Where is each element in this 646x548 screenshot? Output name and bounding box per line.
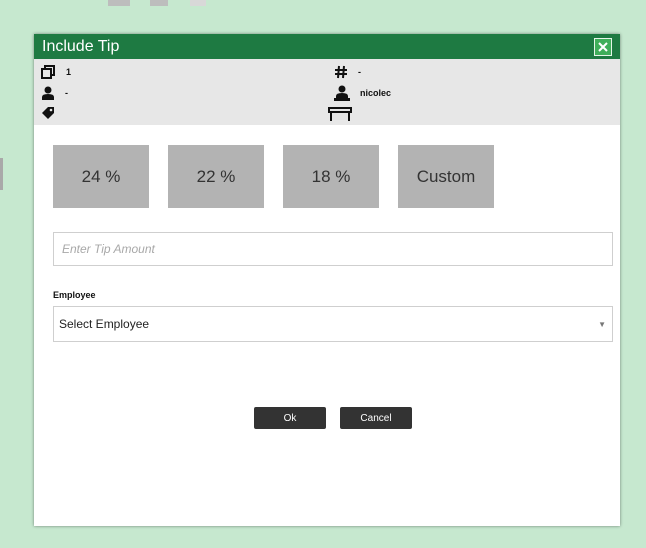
ok-button[interactable]: Ok [254,407,326,429]
background-fragment [190,0,206,6]
dialog-actions: Ok Cancel [254,407,412,429]
server-icon [334,85,350,101]
background-fragment [0,158,3,190]
tip-amount-input[interactable] [53,232,613,266]
background-fragment [150,0,168,6]
tag-info [41,106,65,120]
hash-icon [335,65,347,79]
server-value: nicolec [360,88,392,98]
table-icon [328,107,352,121]
user-icon [42,86,54,100]
employee-label: Employee [53,290,96,300]
close-icon [598,41,608,52]
copy-icon [41,65,55,79]
close-button[interactable] [594,37,612,56]
tag-icon [42,107,54,119]
server-info: nicolec [334,85,391,101]
cancel-button[interactable]: Cancel [340,407,412,429]
order-number-info: - [334,65,361,79]
include-tip-dialog: Include Tip 1 - - nicolec 24 % 22 % 18 %… [34,34,620,526]
dialog-titlebar: Include Tip [34,34,620,59]
tip-24-percent-button[interactable]: 24 % [53,145,149,208]
dialog-title: Include Tip [42,37,120,55]
background-fragment [108,0,130,6]
tip-18-percent-button[interactable]: 18 % [283,145,379,208]
tip-22-percent-button[interactable]: 22 % [168,145,264,208]
customer-value: - [65,88,68,98]
dropdown-caret-icon: ▼ [598,319,606,329]
employee-selected-value: Select Employee [59,317,150,331]
order-info-panel: 1 - - nicolec [34,59,620,125]
order-number-value: - [358,67,361,77]
customer-info: - [41,86,68,100]
copies-info: 1 [41,65,71,79]
table-info [328,106,352,122]
custom-tip-button[interactable]: Custom [398,145,494,208]
tip-percentage-options: 24 % 22 % 18 % Custom [53,145,494,208]
employee-select[interactable]: Select Employee ▼ [53,306,613,342]
copies-value: 1 [66,67,72,77]
